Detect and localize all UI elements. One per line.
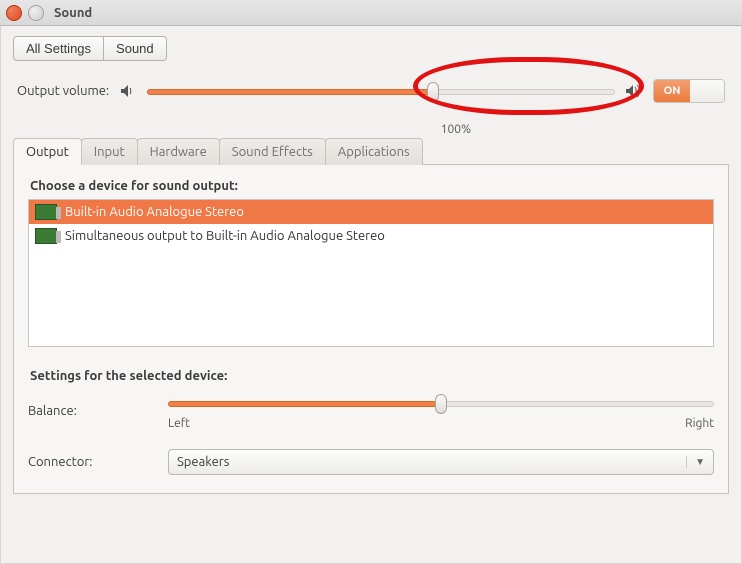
connector-combo[interactable]: Speakers ▼ [168,449,714,475]
slider-thumb[interactable] [427,82,439,102]
close-icon[interactable] [6,5,22,21]
balance-right-label: Right [685,417,714,430]
all-settings-button[interactable]: All Settings [13,36,104,61]
tab-row: OutputInputHardwareSound EffectsApplicat… [13,137,729,165]
device-label: Simultaneous output to Built-in Audio An… [65,229,385,243]
device-item[interactable]: Built-in Audio Analogue Stereo [29,200,713,224]
device-settings-title: Settings for the selected device: [30,369,714,383]
balance-slider[interactable]: Left Right [168,391,714,431]
balance-label: Balance: [28,404,158,418]
volume-low-icon [119,84,137,98]
choose-device-title: Choose a device for sound output: [30,179,714,193]
output-volume-slider[interactable] [147,84,615,98]
output-tab-panel: Choose a device for sound output: Built-… [13,165,729,494]
connector-row: Connector: Speakers ▼ [28,449,714,475]
connector-value: Speakers [177,455,229,469]
window-body: All Settings Sound Output volume: ON 100… [0,26,742,564]
sound-card-icon [35,204,57,220]
output-volume-label: Output volume: [17,84,109,98]
tab-input[interactable]: Input [81,138,138,165]
device-item[interactable]: Simultaneous output to Built-in Audio An… [29,224,713,248]
device-label: Built-in Audio Analogue Stereo [65,205,244,219]
tab-sound-effects[interactable]: Sound Effects [219,138,326,165]
output-volume-row: Output volume: ON 100% [13,79,729,109]
connector-label: Connector: [28,455,158,469]
slider-fill [147,89,432,95]
breadcrumb: All Settings Sound [13,36,729,61]
sound-card-icon [35,228,57,244]
minimize-icon[interactable] [28,5,44,21]
slider-fill [168,401,441,407]
volume-high-icon [625,84,643,98]
window-title: Sound [54,6,92,20]
balance-row: Balance: Left Right [28,391,714,431]
titlebar: Sound [0,0,742,26]
tab-hardware[interactable]: Hardware [137,138,220,165]
tab-applications[interactable]: Applications [325,138,423,165]
balance-left-label: Left [168,417,190,430]
switch-on-label: ON [654,80,690,102]
volume-100-mark: 100% [441,123,471,136]
mute-switch[interactable]: ON [653,79,725,103]
slider-thumb[interactable] [435,394,447,414]
sound-crumb-button[interactable]: Sound [103,36,167,61]
tab-output[interactable]: Output [13,138,82,165]
switch-off-half [690,80,724,102]
chevron-down-icon: ▼ [686,456,705,468]
tabs: OutputInputHardwareSound EffectsApplicat… [13,137,729,494]
output-device-list[interactable]: Built-in Audio Analogue Stereo Simultaneo… [28,199,714,347]
